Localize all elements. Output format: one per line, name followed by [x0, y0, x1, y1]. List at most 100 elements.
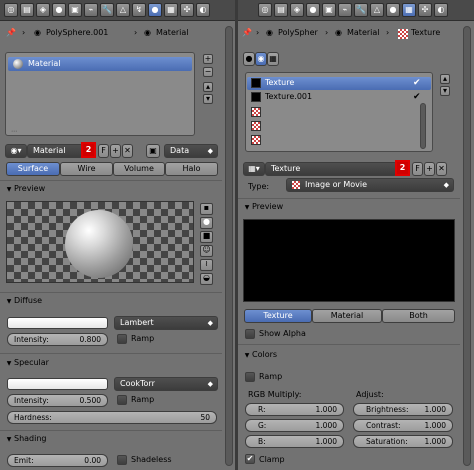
- data-tab-icon[interactable]: △: [116, 3, 130, 17]
- empty-slot-icon[interactable]: [251, 107, 261, 117]
- specular-panel-header[interactable]: ▼ Specular: [4, 356, 49, 370]
- specular-color-swatch[interactable]: [7, 378, 108, 390]
- specular-ramp-checkbox[interactable]: [117, 395, 127, 405]
- preview-panel-header[interactable]: ▼ Preview: [242, 200, 283, 214]
- pin-icon[interactable]: 📌: [242, 26, 252, 40]
- clamp-checkbox[interactable]: ✔: [245, 454, 255, 464]
- specular-intensity-field[interactable]: Intensity: 0.500: [7, 394, 108, 407]
- show-alpha-checkbox[interactable]: [245, 329, 255, 339]
- constraints-tab-icon[interactable]: ⌁: [84, 3, 98, 17]
- preview-flat-icon[interactable]: ▪: [200, 203, 213, 215]
- user-count-badge[interactable]: 2: [81, 142, 96, 158]
- constraints-tab-icon[interactable]: ⌁: [338, 3, 352, 17]
- render-tab-icon[interactable]: ◎: [258, 3, 272, 17]
- texture-slot-item[interactable]: Texture ✔: [247, 77, 431, 90]
- unlink-material-button[interactable]: ✕: [122, 144, 133, 158]
- r-multiply-field[interactable]: R: 1.000: [245, 403, 344, 416]
- material-tab-icon[interactable]: ●: [386, 3, 400, 17]
- texture-type-dropdown[interactable]: Image or Movie ◆: [286, 178, 454, 192]
- shadeless-checkbox[interactable]: [117, 455, 127, 465]
- texture-context-world-icon[interactable]: ◉: [255, 52, 267, 66]
- tab-wire[interactable]: Wire: [60, 162, 113, 176]
- list-resize-handle[interactable]: ⋯: [11, 128, 17, 135]
- node-toggle-button[interactable]: ▣: [146, 144, 160, 158]
- left-scrollbar[interactable]: [225, 26, 233, 466]
- preview-cube-icon[interactable]: ■: [200, 231, 213, 243]
- browse-texture-button[interactable]: ▦▾: [243, 162, 265, 176]
- texture-context-other-icon[interactable]: ▦: [267, 52, 279, 66]
- shading-panel-header[interactable]: ▼ Shading: [4, 432, 47, 446]
- render-layers-tab-icon[interactable]: ▤: [20, 3, 34, 17]
- right-scrollbar[interactable]: [463, 26, 471, 466]
- tab-halo[interactable]: Halo: [165, 162, 218, 176]
- scene-tab-icon[interactable]: ◈: [36, 3, 50, 17]
- add-slot-icon[interactable]: +: [203, 54, 213, 64]
- diffuse-shader-dropdown[interactable]: Lambert ◆: [114, 316, 218, 330]
- physics-tab-icon[interactable]: ◐: [434, 3, 448, 17]
- world-tab-icon[interactable]: ●: [52, 3, 66, 17]
- preview-panel-header[interactable]: ▼ Preview: [4, 182, 45, 196]
- material-slot-list[interactable]: Material ⋯: [5, 52, 195, 136]
- unlink-texture-button[interactable]: ✕: [436, 162, 447, 176]
- empty-slot-icon[interactable]: [251, 121, 261, 131]
- modifiers-tab-icon[interactable]: 🔧: [100, 3, 114, 17]
- move-up-icon[interactable]: ▴: [203, 82, 213, 92]
- diffuse-intensity-field[interactable]: Intensity: 0.800: [7, 333, 108, 346]
- modifiers-tab-icon[interactable]: 🔧: [354, 3, 368, 17]
- texture-enabled-check-icon[interactable]: ✔: [413, 92, 421, 102]
- slot-list-scrollbar[interactable]: [420, 103, 426, 149]
- data-tab-icon[interactable]: △: [370, 3, 384, 17]
- fake-user-button[interactable]: F: [412, 162, 423, 176]
- user-count-badge[interactable]: 2: [395, 160, 410, 176]
- texture-tab-icon[interactable]: ▦: [164, 3, 178, 17]
- diffuse-panel-header[interactable]: ▼ Diffuse: [4, 294, 42, 308]
- new-material-button[interactable]: +: [110, 144, 121, 158]
- preview-sphere-icon[interactable]: ●: [200, 217, 213, 229]
- material-tab-icon[interactable]: ●: [148, 3, 162, 17]
- texture-context-material-icon[interactable]: ●: [243, 52, 255, 66]
- render-tab-icon[interactable]: ◎: [4, 3, 18, 17]
- diffuse-color-swatch[interactable]: [7, 317, 108, 329]
- colors-panel-header[interactable]: ▼ Colors: [242, 348, 277, 362]
- physics-tab-icon[interactable]: ↯: [132, 3, 146, 17]
- world-tab-icon[interactable]: ●: [306, 3, 320, 17]
- scene-tab-icon[interactable]: ◈: [290, 3, 304, 17]
- new-texture-button[interactable]: +: [424, 162, 435, 176]
- colors-ramp-checkbox[interactable]: [245, 372, 255, 382]
- pin-icon[interactable]: 📌: [6, 26, 16, 40]
- hardness-field[interactable]: Hardness: 50: [7, 411, 217, 424]
- b-multiply-field[interactable]: B: 1.000: [245, 435, 344, 448]
- tab-volume[interactable]: Volume: [113, 162, 165, 176]
- texture-tab-icon[interactable]: ▦: [402, 3, 416, 17]
- preview-hair-icon[interactable]: ≀: [200, 259, 213, 271]
- remove-slot-icon[interactable]: −: [203, 67, 213, 77]
- emit-field[interactable]: Emit: 0.00: [7, 454, 108, 467]
- contrast-field[interactable]: Contrast: 1.000: [353, 419, 453, 432]
- material-name-field[interactable]: Material: [27, 144, 83, 158]
- preview-sky-icon[interactable]: ◒: [200, 273, 213, 285]
- saturation-field[interactable]: Saturation: 1.000: [353, 435, 453, 448]
- object-tab-icon[interactable]: ▣: [68, 3, 82, 17]
- physics-sim-tab-icon[interactable]: ◐: [196, 3, 210, 17]
- particles-tab-icon[interactable]: ✣: [180, 3, 194, 17]
- texture-enabled-check-icon[interactable]: ✔: [413, 78, 421, 88]
- link-dropdown[interactable]: Data ◆: [164, 144, 218, 158]
- object-tab-icon[interactable]: ▣: [322, 3, 336, 17]
- tab-surface[interactable]: Surface: [6, 162, 60, 176]
- preview-tab-texture[interactable]: Texture: [244, 309, 312, 323]
- move-up-icon[interactable]: ▴: [440, 74, 450, 84]
- texture-name-field[interactable]: Texture: [265, 162, 397, 176]
- particles-tab-icon[interactable]: ✣: [418, 3, 432, 17]
- brightness-field[interactable]: Brightness: 1.000: [353, 403, 453, 416]
- move-down-icon[interactable]: ▾: [440, 86, 450, 96]
- empty-slot-icon[interactable]: [251, 135, 261, 145]
- texture-slot-list[interactable]: Texture ✔ Texture.001 ✔: [245, 72, 433, 152]
- render-layers-tab-icon[interactable]: ▤: [274, 3, 288, 17]
- texture-slot-item[interactable]: Texture.001 ✔: [247, 91, 431, 104]
- preview-monkey-icon[interactable]: ☺: [200, 245, 213, 257]
- g-multiply-field[interactable]: G: 1.000: [245, 419, 344, 432]
- specular-shader-dropdown[interactable]: CookTorr ◆: [114, 377, 218, 391]
- diffuse-ramp-checkbox[interactable]: [117, 334, 127, 344]
- browse-material-button[interactable]: ◉▾: [5, 144, 27, 158]
- move-down-icon[interactable]: ▾: [203, 94, 213, 104]
